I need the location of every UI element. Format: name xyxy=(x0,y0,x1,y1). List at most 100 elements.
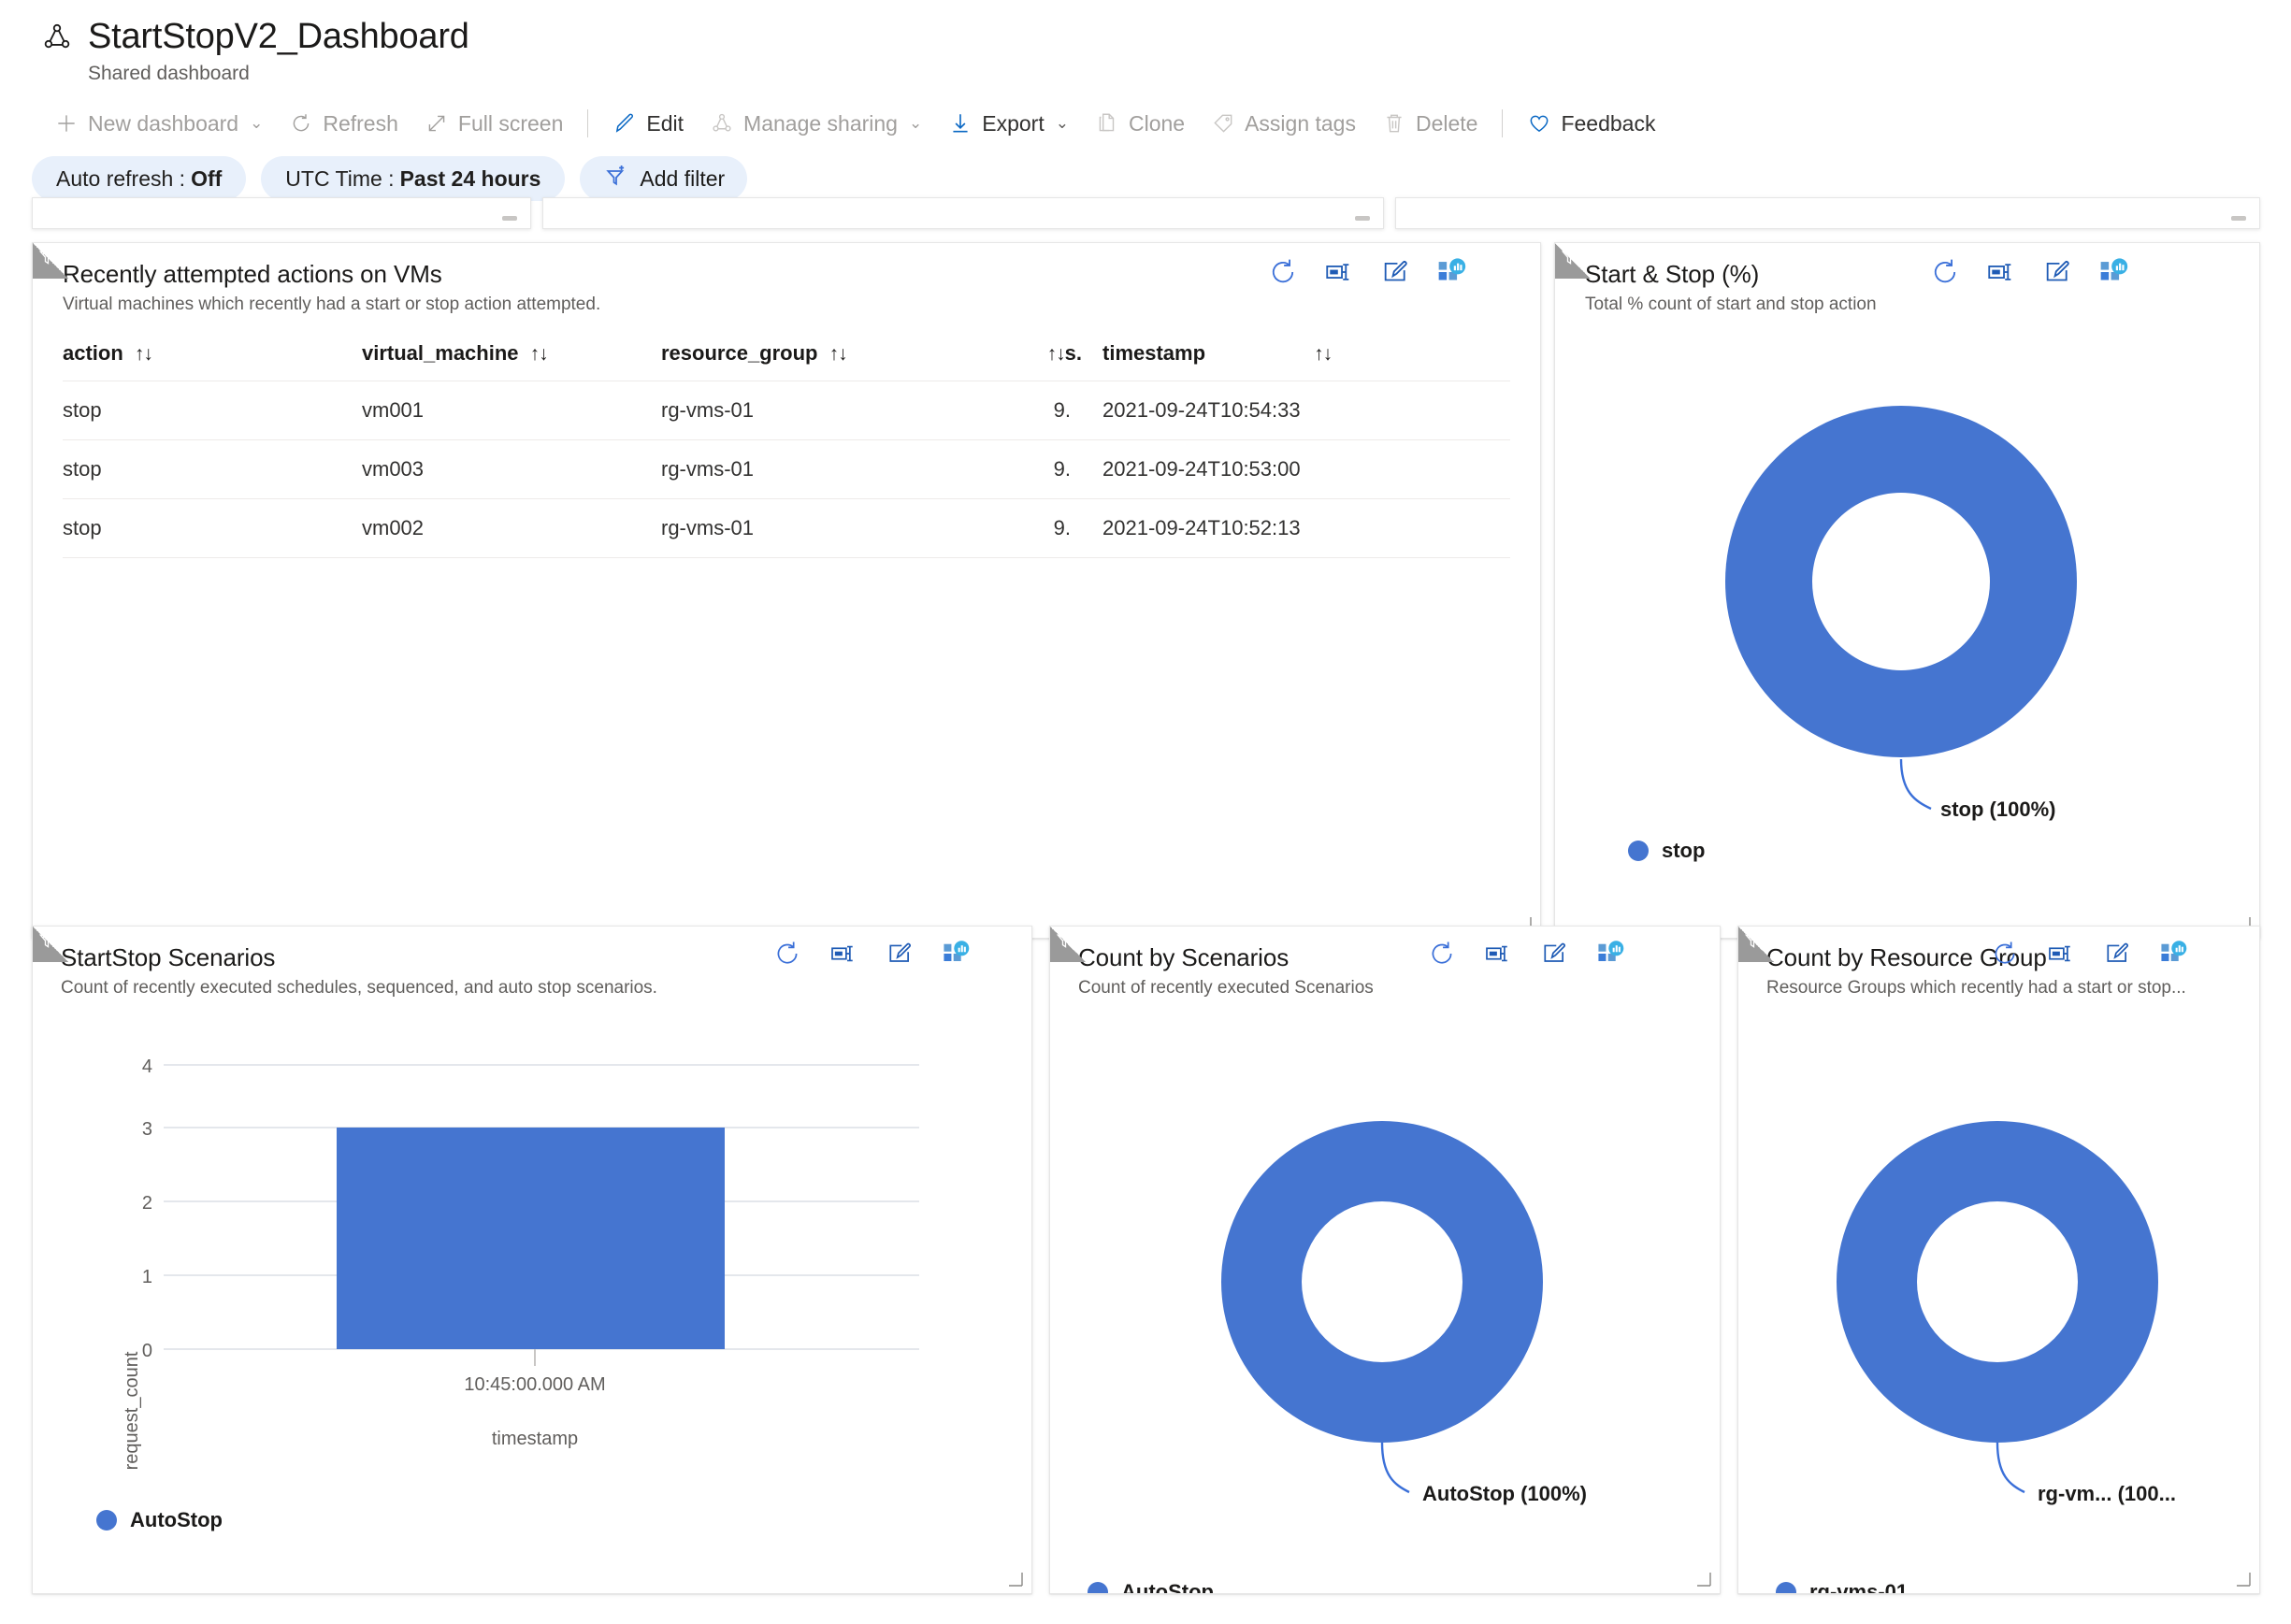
cell-resource-group: rg-vms-01 xyxy=(661,439,979,499)
full-screen-button[interactable]: Full screen xyxy=(411,102,576,145)
column-header-truncated[interactable]: ↑↓s. xyxy=(979,332,1082,381)
donut-leader-line xyxy=(1996,1442,2025,1494)
column-header-action[interactable]: action ↑↓ xyxy=(63,332,362,381)
donut-leader-line xyxy=(1899,758,1932,811)
sort-icon[interactable]: ↑↓ xyxy=(829,343,848,365)
page-header: StartStopV2_Dashboard Shared dashboard xyxy=(0,0,2291,85)
partial-tile-2[interactable] xyxy=(542,197,1384,229)
bar-legend[interactable]: AutoStop xyxy=(96,1508,223,1532)
partial-tile-1[interactable] xyxy=(32,197,531,229)
partial-tile-3[interactable] xyxy=(1395,197,2260,229)
legend-color-swatch xyxy=(1628,841,1649,861)
edit-icon[interactable] xyxy=(884,938,915,970)
legend-color-swatch xyxy=(96,1510,117,1531)
delete-button[interactable]: Delete xyxy=(1369,102,1491,145)
table-row[interactable]: stop vm001 rg-vms-01 9. 2021-09-24T10:54… xyxy=(63,381,1510,440)
cell-virtual-machine: vm001 xyxy=(362,381,661,440)
column-header-resource-group[interactable]: resource_group ↑↓ xyxy=(661,332,979,381)
donut-chart-count-by-scenarios: AutoStop (100%) AutoStop xyxy=(1050,999,1720,1594)
title-row: StartStopV2_Dashboard xyxy=(41,17,2291,57)
open-chart-icon[interactable] xyxy=(1594,938,1626,970)
donut-svg xyxy=(1837,1121,2158,1494)
sort-icon[interactable]: ↑↓ xyxy=(1314,343,1333,365)
x-axis-title: timestamp xyxy=(492,1429,578,1449)
legend-label: AutoStop xyxy=(1121,1580,1214,1594)
export-label: Export xyxy=(982,110,1045,136)
tile-header: Start & Stop (%) Total % count of start … xyxy=(1555,243,2259,315)
open-chart-icon[interactable] xyxy=(940,938,972,970)
assign-tags-button[interactable]: Assign tags xyxy=(1198,102,1369,145)
pin-resize-icon[interactable] xyxy=(828,938,859,970)
open-chart-icon[interactable] xyxy=(1435,256,1467,288)
refresh-icon[interactable] xyxy=(771,938,803,970)
legend-color-swatch xyxy=(1088,1582,1108,1593)
export-button[interactable]: Export ⌄ xyxy=(935,102,1082,145)
share-icon xyxy=(710,111,734,136)
open-chart-icon[interactable] xyxy=(2097,256,2129,288)
edit-icon[interactable] xyxy=(1379,256,1411,288)
tile-action-group xyxy=(1929,256,2129,288)
sort-icon[interactable]: ↑↓ xyxy=(135,343,153,365)
table-row[interactable]: stop vm003 rg-vms-01 9. 2021-09-24T10:53… xyxy=(63,439,1510,499)
tile-startstop-scenarios[interactable]: StartStop Scenarios Count of recently ex… xyxy=(32,926,1032,1594)
pin-resize-icon[interactable] xyxy=(1323,256,1355,288)
pin-resize-icon[interactable] xyxy=(1482,938,1514,970)
tag-icon xyxy=(1211,111,1235,136)
utc-time-filter[interactable]: UTC Time : Past 24 hours xyxy=(261,156,566,201)
donut-legend[interactable]: AutoStop xyxy=(1088,1580,1214,1594)
refresh-icon[interactable] xyxy=(1929,256,1961,288)
donut-legend[interactable]: rg-vms-01 xyxy=(1776,1580,1908,1593)
donut-chart-start-stop: stop (100%) stop xyxy=(1555,315,2259,938)
cell-truncated: 9. xyxy=(979,439,1082,499)
edit-icon[interactable] xyxy=(2041,256,2073,288)
open-chart-icon[interactable] xyxy=(2157,938,2189,970)
tile-resize-handle[interactable] xyxy=(2235,1571,2252,1588)
auto-refresh-filter[interactable]: Auto refresh : Off xyxy=(32,156,247,201)
tile-resize-handle[interactable] xyxy=(1695,1571,1712,1588)
refresh-icon[interactable] xyxy=(1267,256,1299,288)
y-tick-2: 2 xyxy=(142,1193,152,1214)
table-header-row: action ↑↓ virtual_machine ↑↓ resource_gr… xyxy=(63,332,1510,381)
add-filter-button[interactable]: Add filter xyxy=(580,156,748,201)
manage-sharing-button[interactable]: Manage sharing ⌄ xyxy=(697,102,935,145)
y-tick-3: 3 xyxy=(142,1119,152,1140)
edit-icon[interactable] xyxy=(2101,938,2133,970)
refresh-button[interactable]: Refresh xyxy=(276,102,411,145)
column-header-virtual-machine[interactable]: virtual_machine ↑↓ xyxy=(362,332,661,381)
tile-start-stop-percent[interactable]: Start & Stop (%) Total % count of start … xyxy=(1554,242,2260,939)
y-tick-0: 0 xyxy=(142,1341,152,1361)
feedback-button[interactable]: Feedback xyxy=(1514,102,1668,145)
refresh-icon[interactable] xyxy=(1426,938,1458,970)
edit-icon[interactable] xyxy=(1538,938,1570,970)
y-tick-4: 4 xyxy=(142,1056,152,1077)
new-dashboard-button[interactable]: New dashboard ⌄ xyxy=(41,102,276,145)
donut-svg xyxy=(1725,406,2077,811)
clone-button[interactable]: Clone xyxy=(1082,102,1198,145)
pin-resize-icon[interactable] xyxy=(1985,256,2017,288)
new-dashboard-label: New dashboard xyxy=(88,110,239,136)
tile-count-by-scenarios[interactable]: Count by Scenarios Count of recently exe… xyxy=(1049,926,1721,1594)
feedback-label: Feedback xyxy=(1561,110,1656,136)
column-header-timestamp[interactable]: timestamp ↑↓ xyxy=(1082,332,1510,381)
edit-button[interactable]: Edit xyxy=(599,102,697,145)
legend-label: AutoStop xyxy=(130,1508,223,1531)
dashboard-share-icon xyxy=(41,22,73,53)
manage-sharing-label: Manage sharing xyxy=(743,110,898,136)
chevron-down-icon: ⌄ xyxy=(1055,114,1069,132)
cell-action: stop xyxy=(63,498,362,558)
donut-legend[interactable]: stop xyxy=(1628,839,1705,863)
col-label: s. xyxy=(1064,341,1082,365)
tile-count-by-resource-group[interactable]: Count by Resource Group Resource Groups … xyxy=(1737,926,2260,1594)
tile-subtitle: Count of recently executed schedules, se… xyxy=(61,978,657,998)
tile-resize-handle[interactable] xyxy=(1007,1571,1024,1588)
cell-virtual-machine: vm002 xyxy=(362,498,661,558)
table-row[interactable]: stop vm002 rg-vms-01 9. 2021-09-24T10:52… xyxy=(63,498,1510,558)
add-filter-icon xyxy=(602,162,630,195)
sort-icon[interactable]: ↑↓ xyxy=(530,343,549,365)
refresh-icon[interactable] xyxy=(1989,938,2021,970)
pin-resize-icon[interactable] xyxy=(2045,938,2077,970)
utc-time-label: UTC Time : xyxy=(285,165,395,191)
sort-icon[interactable]: ↑↓ xyxy=(1047,343,1066,365)
tile-recently-attempted-actions[interactable]: Recently attempted actions on VMs Virtua… xyxy=(32,242,1541,939)
tile-grip xyxy=(2231,216,2246,221)
